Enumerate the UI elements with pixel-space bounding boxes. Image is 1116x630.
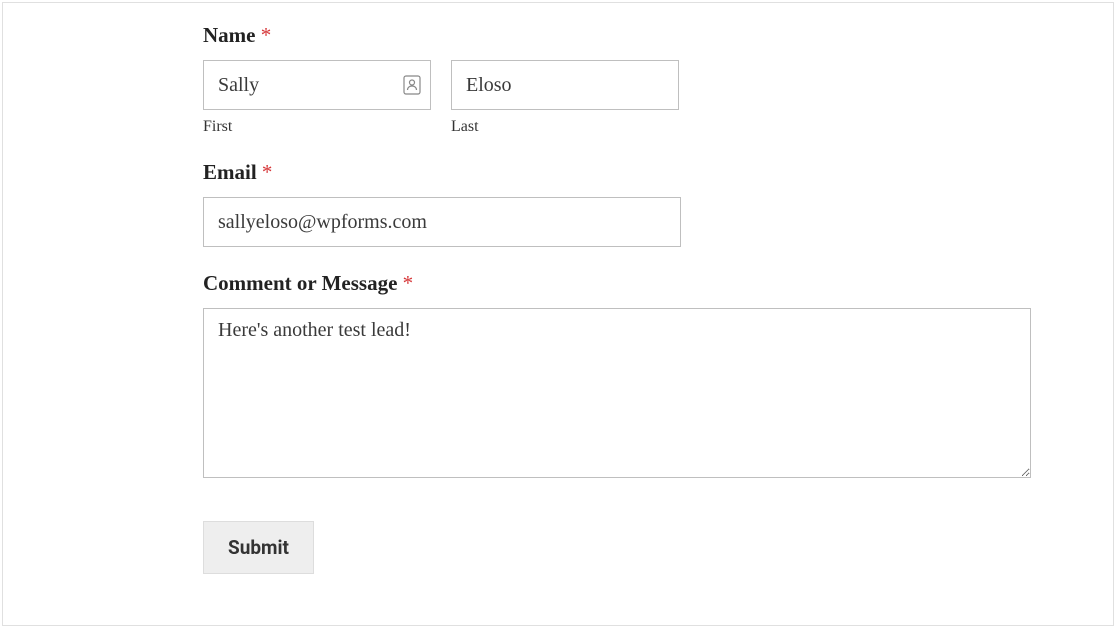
- required-asterisk: *: [261, 23, 272, 47]
- name-label: Name *: [203, 23, 913, 48]
- last-name-input[interactable]: [451, 60, 679, 110]
- first-name-column: First: [203, 60, 431, 136]
- email-field-group: Email *: [203, 160, 913, 247]
- submit-button[interactable]: Submit: [203, 521, 314, 574]
- first-name-wrapper: [203, 60, 431, 110]
- last-name-column: Last: [451, 60, 679, 136]
- form-container: Name * First Las: [2, 2, 1114, 626]
- email-label-text: Email: [203, 160, 257, 184]
- message-field-group: Comment or Message *: [203, 271, 913, 483]
- required-asterisk: *: [403, 271, 414, 295]
- name-field-group: Name * First Las: [203, 23, 913, 136]
- last-name-sublabel: Last: [451, 118, 679, 136]
- first-name-input[interactable]: [203, 60, 431, 110]
- name-label-text: Name: [203, 23, 255, 47]
- message-label-text: Comment or Message: [203, 271, 397, 295]
- required-asterisk: *: [262, 160, 273, 184]
- first-name-sublabel: First: [203, 118, 431, 136]
- message-label: Comment or Message *: [203, 271, 913, 296]
- message-textarea[interactable]: [203, 308, 1031, 478]
- email-label: Email *: [203, 160, 913, 185]
- email-input[interactable]: [203, 197, 681, 247]
- name-row: First Last: [203, 60, 913, 136]
